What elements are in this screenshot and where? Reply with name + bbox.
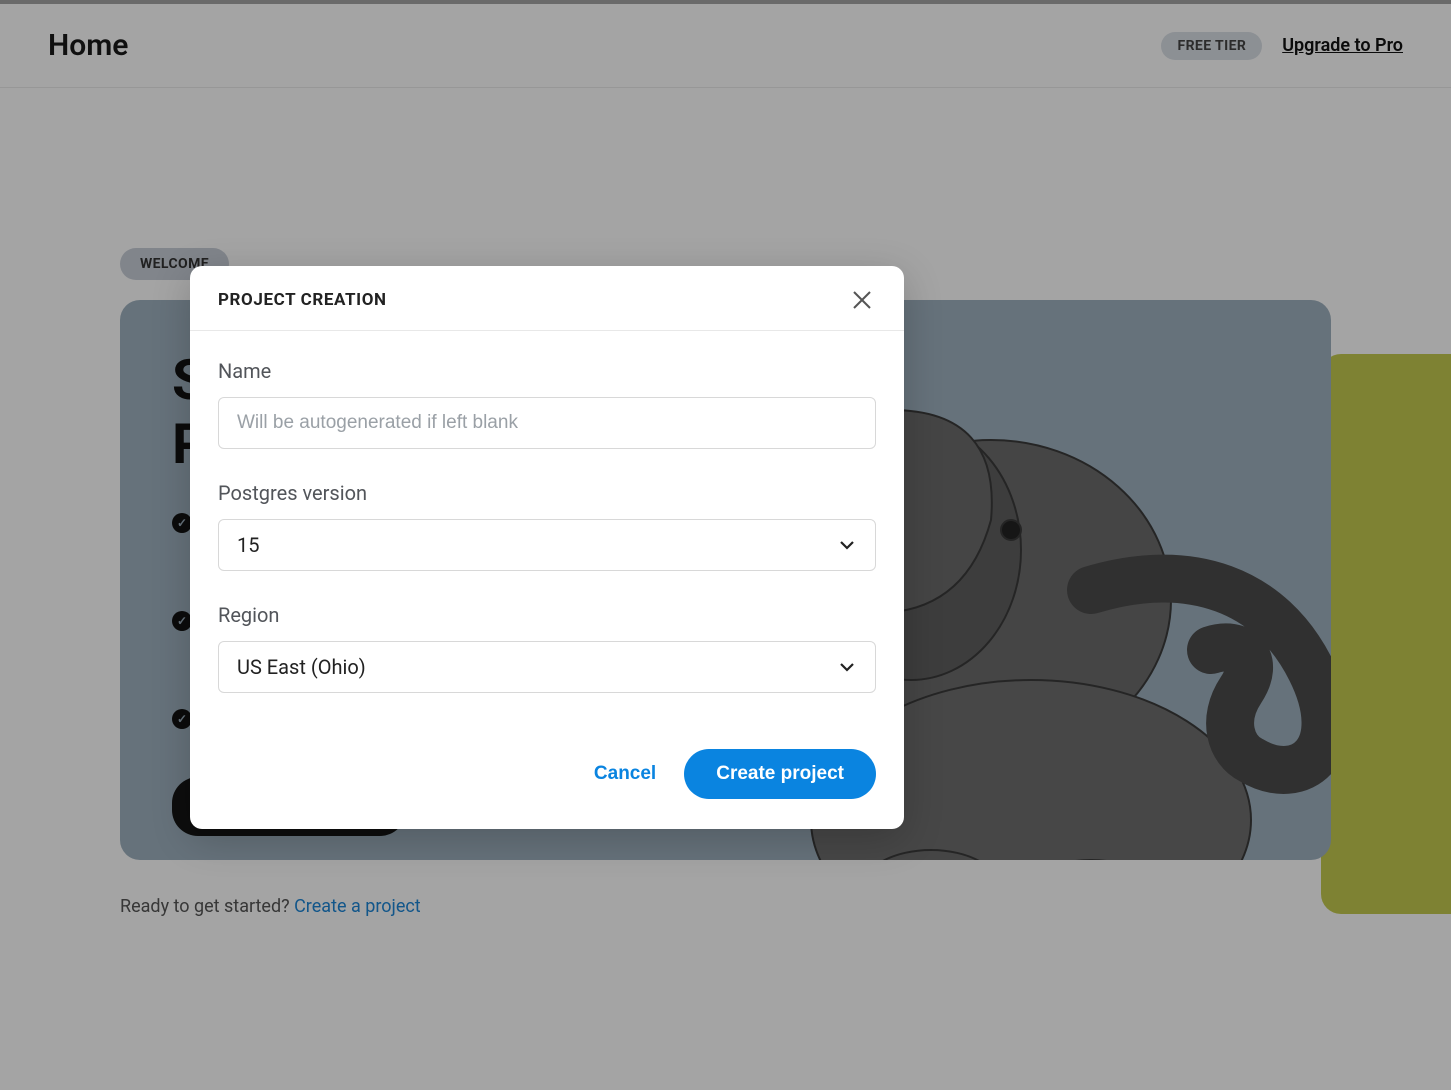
name-field: Name <box>218 359 876 449</box>
name-label: Name <box>218 359 876 383</box>
modal-body: Name Postgres version 15 <box>190 331 904 735</box>
page-root: Home FREE TIER Upgrade to Pro WELCOME S … <box>0 0 1451 1090</box>
region-value: US East (Ohio) <box>237 655 366 679</box>
close-icon <box>851 289 873 311</box>
postgres-version-field: Postgres version 15 <box>218 481 876 571</box>
chevron-down-icon <box>837 657 857 677</box>
postgres-version-label: Postgres version <box>218 481 876 505</box>
cancel-button[interactable]: Cancel <box>594 763 656 785</box>
name-input[interactable] <box>218 397 876 449</box>
postgres-version-value: 15 <box>237 533 259 557</box>
modal-footer: Cancel Create project <box>190 735 904 829</box>
modal-header: PROJECT CREATION <box>190 266 904 331</box>
create-project-button[interactable]: Create project <box>684 749 876 799</box>
project-creation-modal: PROJECT CREATION Name Postgres version <box>190 266 904 829</box>
modal-title: PROJECT CREATION <box>218 290 387 310</box>
region-label: Region <box>218 603 876 627</box>
modal-overlay[interactable]: PROJECT CREATION Name Postgres version <box>0 4 1451 1090</box>
region-field: Region US East (Ohio) <box>218 603 876 693</box>
postgres-version-select[interactable]: 15 <box>218 519 876 571</box>
close-button[interactable] <box>848 286 876 314</box>
region-select[interactable]: US East (Ohio) <box>218 641 876 693</box>
chevron-down-icon <box>837 535 857 555</box>
